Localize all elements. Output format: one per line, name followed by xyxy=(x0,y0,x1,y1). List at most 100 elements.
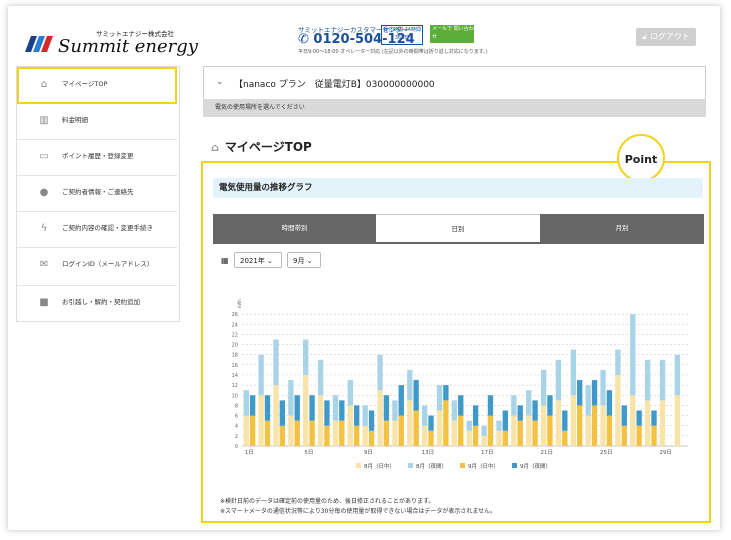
chevron-down-icon: ⌄ xyxy=(264,257,273,265)
bar-sep-night xyxy=(577,380,583,406)
bar-aug-day xyxy=(585,415,591,446)
legend-swatch xyxy=(356,463,361,468)
legend-label: 8月（夜間） xyxy=(416,462,447,470)
bar-aug-night xyxy=(615,349,621,375)
bar-sep-night xyxy=(562,410,568,431)
bar-sep-night xyxy=(472,405,479,426)
x-tick-label: 29日 xyxy=(659,449,672,456)
bar-sep-day xyxy=(651,425,657,446)
bar-aug-night xyxy=(362,405,368,426)
y-tick-label: 22 xyxy=(232,332,238,338)
phone-icon: ✆ xyxy=(298,32,314,47)
reception-hours-badge: 受付時間 24時間365日 xyxy=(381,25,423,45)
contract-label: 【nanaco プラン 従量電灯B】030000000000 xyxy=(234,80,435,90)
sidebar-item-label: ポイント履歴・登録変更 xyxy=(62,152,134,160)
usage-chart: 02468101214161820222426kWh1日 5日 9日 13日 17日 21… xyxy=(232,299,688,470)
bar-aug-day xyxy=(630,395,636,446)
graph-tabs: 時間帯別 日別 月別 xyxy=(213,214,704,242)
bar-aug-night xyxy=(496,420,502,431)
month-value: 9月 xyxy=(293,257,305,265)
logout-button[interactable]: 🔓︎ ログアウト xyxy=(636,28,696,46)
bar-sep-night xyxy=(487,395,494,416)
legend-swatch xyxy=(408,463,413,468)
bar-aug-day xyxy=(481,435,487,446)
mail-inquiry-button[interactable]: メールで 問い合わせ xyxy=(430,25,474,43)
card-icon: ▭ xyxy=(39,151,49,162)
sidebar-item-login-id[interactable]: ✉ ログインID（メールアドレス） xyxy=(17,247,177,286)
bar-sep-day xyxy=(562,430,568,446)
bar-sep-night xyxy=(502,410,509,431)
truck-icon: ■ xyxy=(39,297,49,308)
bar-aug-night xyxy=(347,380,353,406)
sidebar-item-billing[interactable]: ▥ 料金明細 xyxy=(17,103,177,140)
bar-aug-day xyxy=(407,400,413,446)
bar-aug-day xyxy=(288,415,294,446)
bar-sep-night xyxy=(517,405,523,421)
bar-aug-day xyxy=(511,415,517,446)
y-tick-label: 10 xyxy=(232,393,238,399)
sidebar-item-contract-change[interactable]: ϟ ご契約内容の確認・変更手続き xyxy=(17,211,177,248)
bar-aug-night xyxy=(540,369,547,406)
bar-sep-night xyxy=(591,380,598,406)
sidebar-item-points[interactable]: ▭ ポイント履歴・登録変更 xyxy=(17,139,177,176)
bar-sep-night xyxy=(339,400,345,421)
bar-sep-night xyxy=(413,380,419,411)
bar-sep-day xyxy=(383,420,390,446)
bar-aug-day xyxy=(540,405,547,446)
y-tick-label: 0 xyxy=(235,444,238,450)
bar-aug-night xyxy=(644,359,651,401)
bar-aug-night xyxy=(421,405,428,426)
bar-aug-night xyxy=(526,390,532,416)
x-tick-label: 9日 xyxy=(364,449,373,456)
bar-aug-night xyxy=(392,400,398,421)
sidebar-item-mypage-top[interactable]: ⌂ マイページTOP xyxy=(17,67,177,104)
bar-aug-day xyxy=(615,375,621,446)
tab-daily[interactable]: 日別 xyxy=(376,214,540,242)
bar-sep-night xyxy=(428,415,434,431)
y-tick-label: 4 xyxy=(235,424,238,430)
bar-sep-day xyxy=(502,430,509,446)
month-select[interactable]: 9月 ⌄ xyxy=(287,252,321,268)
year-select[interactable]: 2021年 ⌄ xyxy=(234,252,282,268)
bar-sep-day xyxy=(577,405,583,446)
bar-sep-night xyxy=(547,395,553,416)
logout-label: ログアウト xyxy=(649,32,690,41)
home-icon: ⌂ xyxy=(40,79,48,90)
bar-sep-day xyxy=(532,420,538,446)
bar-chart-icon: ▥ xyxy=(39,115,49,126)
bar-aug-day xyxy=(303,375,309,446)
bar-sep-day xyxy=(249,415,256,446)
tab-monthly[interactable]: 月別 xyxy=(540,214,704,242)
bar-aug-night xyxy=(377,354,383,391)
bar-aug-day xyxy=(644,400,651,446)
page-title: ⌂ マイページTOP xyxy=(211,138,312,155)
sidebar-item-contractor-info[interactable]: ● ご契約者情報・ご連絡先 xyxy=(17,175,177,212)
y-tick-label: 14 xyxy=(232,373,238,379)
sidebar-item-moving[interactable]: ■ お引越し・解約・契約追加 xyxy=(17,285,177,321)
bar-aug-day xyxy=(243,415,249,446)
bar-sep-day xyxy=(354,425,360,446)
x-tick-label: 13日 xyxy=(422,449,435,456)
bar-aug-night xyxy=(659,359,666,401)
bar-aug-night xyxy=(243,390,249,416)
bar-aug-night xyxy=(630,314,636,396)
bar-sep-day xyxy=(443,400,449,446)
sidebar-item-label: ログインID（メールアドレス） xyxy=(62,260,154,268)
x-tick-label: 21日 xyxy=(541,449,554,456)
bar-aug-day xyxy=(362,425,368,446)
bar-aug-night xyxy=(332,395,339,421)
chevron-down-icon: ⌄ xyxy=(304,257,313,265)
bar-aug-day xyxy=(377,390,383,446)
company-logo-text[interactable]: Summit energy xyxy=(58,36,198,57)
contract-select[interactable]: ⌄ 【nanaco プラン 従量電灯B】030000000000 xyxy=(203,66,706,100)
tab-hourly[interactable]: 時間帯別 xyxy=(213,214,376,242)
sidebar-item-label: 料金明細 xyxy=(62,116,88,124)
sidebar-item-label: ご契約者情報・ご連絡先 xyxy=(62,188,134,196)
bar-sep-day xyxy=(294,420,300,446)
bar-aug-day xyxy=(555,400,562,446)
bar-sep-night xyxy=(249,395,256,416)
bar-aug-day xyxy=(659,400,666,446)
y-tick-label: 26 xyxy=(232,312,238,318)
bar-sep-day xyxy=(517,420,523,446)
bar-aug-night xyxy=(451,400,458,421)
